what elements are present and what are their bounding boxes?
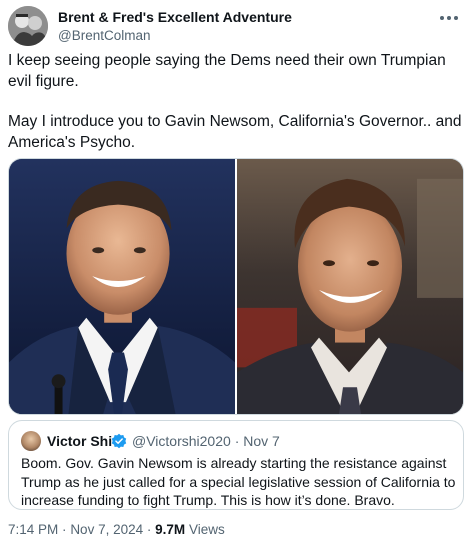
author-name[interactable]: Brent & Fred's Excellent Adventure <box>58 8 292 26</box>
tweet-date[interactable]: Nov 7, 2024 <box>70 522 143 537</box>
verified-badge-icon <box>111 433 127 449</box>
quoted-date[interactable]: Nov 7 <box>243 433 280 449</box>
meta-separator: · <box>146 522 152 537</box>
quoted-author-avatar[interactable] <box>21 431 41 451</box>
quoted-author-handle[interactable]: @Victorshi2020 <box>132 433 231 449</box>
tweet-media[interactable] <box>8 158 464 415</box>
tweet-paragraph-1: I keep seeing people saying the Dems nee… <box>8 52 446 90</box>
photo-american-psycho[interactable] <box>237 159 463 414</box>
avatar-image <box>8 6 48 46</box>
tweet-card: Brent & Fred's Excellent Adventure @Bren… <box>0 0 474 550</box>
tweet-paragraph-2: May I introduce you to Gavin Newsom, Cal… <box>8 113 462 151</box>
tweet-text: I keep seeing people saying the Dems nee… <box>8 51 464 173</box>
views-count[interactable]: 9.7M <box>155 522 185 537</box>
quoted-tweet[interactable]: Victor Shi @Victorshi2020 · Nov 7 Boom. … <box>8 420 464 510</box>
quoted-separator: · <box>234 433 240 449</box>
more-options-icon[interactable] <box>436 8 462 28</box>
views-label: Views <box>188 522 225 537</box>
author-handle[interactable]: @BrentColman <box>58 27 151 45</box>
tweet-meta: 7:14 PM · Nov 7, 2024 · 9.7M Views <box>8 521 225 539</box>
newsom-photo-image <box>9 159 235 414</box>
author-avatar[interactable] <box>8 6 48 46</box>
meta-separator: · <box>62 522 67 537</box>
american-psycho-photo-image <box>237 159 463 414</box>
quoted-tweet-text: Boom. Gov. Gavin Newsom is already start… <box>21 455 456 508</box>
photo-newsom[interactable] <box>9 159 237 414</box>
tweet-time[interactable]: 7:14 PM <box>8 522 58 537</box>
quoted-author-name[interactable]: Victor Shi <box>47 431 112 451</box>
quoted-author-handle-line: @Victorshi2020 · Nov 7 <box>132 431 280 451</box>
tweet-header: Brent & Fred's Excellent Adventure @Bren… <box>8 6 466 46</box>
